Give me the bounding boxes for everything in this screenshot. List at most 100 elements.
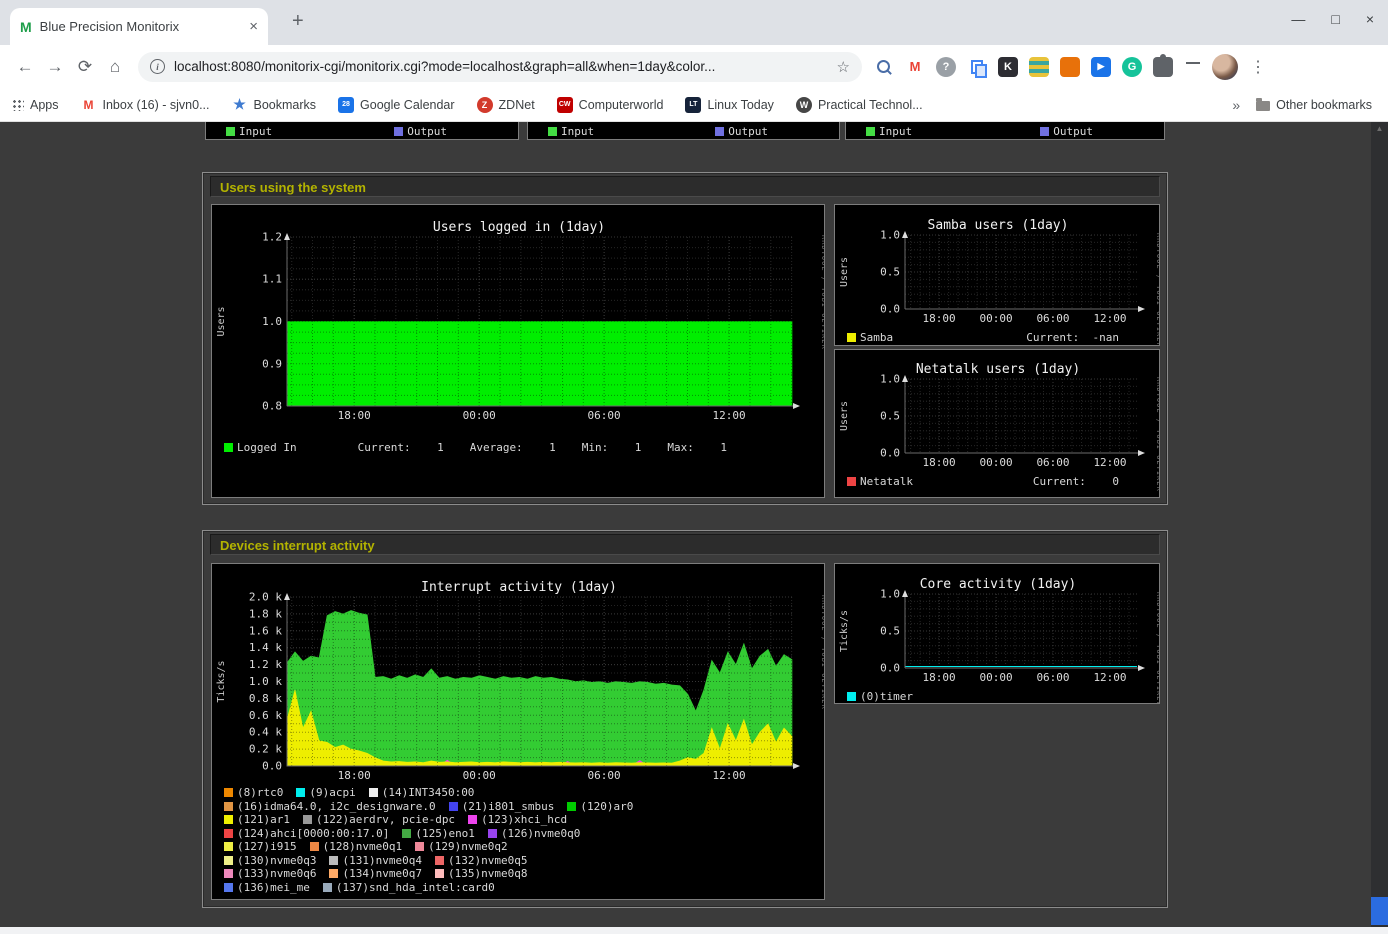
copy-extension-icon[interactable] xyxy=(967,57,987,77)
browser-menu-icon[interactable]: ⋮ xyxy=(1250,57,1266,77)
svg-text:1.0: 1.0 xyxy=(880,229,900,242)
profile-avatar[interactable] xyxy=(1212,54,1238,80)
minimize-icon[interactable]: — xyxy=(1291,11,1305,27)
users-legend: Logged InCurrent: 1Average: 1Min: 1Max: … xyxy=(224,441,818,455)
legend-item: (133)nvme0q6 xyxy=(224,867,316,880)
extensions-puzzle-icon[interactable] xyxy=(1153,57,1173,77)
svg-text:0.8: 0.8 xyxy=(262,400,282,413)
legend-swatch-icon xyxy=(224,829,233,838)
svg-text:12:00: 12:00 xyxy=(1093,312,1126,325)
legend-item: (128)nvme0q1 xyxy=(310,840,402,853)
other-bookmarks[interactable]: Other bookmarks xyxy=(1256,98,1372,112)
svg-text:1.0: 1.0 xyxy=(880,588,900,601)
grammarly-extension-icon[interactable]: G xyxy=(1122,57,1142,77)
browser-tab[interactable]: M Blue Precision Monitorix × xyxy=(10,8,268,45)
input-swatch-icon xyxy=(866,127,875,136)
legend-swatch-icon xyxy=(567,802,576,811)
svg-text:06:00: 06:00 xyxy=(1036,312,1069,325)
bookmark-practical-tech[interactable]: W Practical Technol... xyxy=(796,97,923,113)
svg-text:12:00: 12:00 xyxy=(713,409,746,422)
legend-swatch-icon xyxy=(224,883,233,892)
scroll-up-icon[interactable]: ▲ xyxy=(1371,124,1388,133)
keyword-extension-icon[interactable]: K xyxy=(998,57,1018,77)
legend-item: (125)eno1 xyxy=(402,827,475,840)
svg-text:Users: Users xyxy=(216,306,227,336)
scrollbar[interactable]: ▲ xyxy=(1371,122,1388,934)
graph-users-logged-in[interactable]: Users logged in (1day)1.21.11.00.90.818:… xyxy=(211,204,825,498)
svg-text:18:00: 18:00 xyxy=(338,409,371,422)
svg-text:0.9: 0.9 xyxy=(262,357,282,370)
gmail-icon: M xyxy=(81,97,97,113)
samba-legend: SambaCurrent: -nan xyxy=(847,331,1153,345)
bookmark-google-calendar[interactable]: 28 Google Calendar xyxy=(338,97,455,113)
search-extension-icon[interactable] xyxy=(874,57,894,77)
bookmark-inbox[interactable]: M Inbox (16) - sjvn0... xyxy=(81,97,210,113)
legend-item: (122)aerdrv, pcie-dpc xyxy=(303,813,455,826)
svg-text:Interrupt activity (1day): Interrupt activity (1day) xyxy=(421,580,617,595)
svg-text:Netatalk users (1day): Netatalk users (1day) xyxy=(916,362,1080,377)
legend-swatch-icon xyxy=(329,856,338,865)
bookmarks-overflow-icon[interactable]: » xyxy=(1232,97,1240,113)
svg-text:Users: Users xyxy=(839,257,850,287)
tab-close-icon[interactable]: × xyxy=(249,18,258,35)
input-label: Input xyxy=(239,125,272,138)
linux-today-icon: LT xyxy=(685,97,701,113)
close-icon[interactable]: × xyxy=(1366,11,1374,27)
legend-item: (136)mei_me xyxy=(224,881,310,894)
browser-toolbar: ← → ⟳ ⌂ i localhost:8080/monitorix-cgi/m… xyxy=(0,45,1388,88)
legend-stat: Current: 1 xyxy=(358,441,444,454)
apps-shortcut[interactable]: Apps xyxy=(12,98,59,112)
graph-interrupt-activity[interactable]: Interrupt activity (1day)2.0 k1.8 k1.6 k… xyxy=(211,563,825,900)
netatalk-legend: NetatalkCurrent: 0 xyxy=(847,475,1153,489)
legend-item: (127)i915 xyxy=(224,840,297,853)
new-tab-button[interactable]: + xyxy=(292,10,304,33)
page-info-icon[interactable]: i xyxy=(150,59,165,74)
filter-lines-icon[interactable] xyxy=(1184,57,1202,77)
database-extension-icon[interactable] xyxy=(1029,57,1049,77)
url-text[interactable]: localhost:8080/monitorix-cgi/monitorix.c… xyxy=(174,59,837,74)
legend-item: (9)acpi xyxy=(296,786,355,799)
help-extension-icon[interactable]: ? xyxy=(936,57,956,77)
legend-stat: Average: 1 xyxy=(470,441,556,454)
svg-text:Users logged in (1day): Users logged in (1day) xyxy=(433,220,605,235)
bookmark-computerworld[interactable]: CW Computerworld xyxy=(557,97,664,113)
partial-graph-panel[interactable]: Input Output xyxy=(205,122,519,140)
svg-text:00:00: 00:00 xyxy=(463,409,496,422)
svg-text:RRDTOOL / TOBI OETIKER: RRDTOOL / TOBI OETIKER xyxy=(1155,233,1160,346)
home-icon[interactable]: ⌂ xyxy=(100,57,130,77)
partial-graph-panel[interactable]: Input Output xyxy=(527,122,840,140)
legend-item: Logged In xyxy=(224,441,297,454)
legend-item: (21)i801_smbus xyxy=(449,800,555,813)
legend-item: (137)snd_hda_intel:card0 xyxy=(323,881,495,894)
svg-text:00:00: 00:00 xyxy=(463,769,496,782)
svg-text:2.0 k: 2.0 k xyxy=(249,591,282,604)
graph-samba-users[interactable]: Samba users (1day)1.00.50.018:0000:0006:… xyxy=(834,204,1160,346)
maximize-icon[interactable]: □ xyxy=(1331,11,1339,27)
back-icon[interactable]: ← xyxy=(10,57,40,77)
bookmark-zdnet[interactable]: Z ZDNet xyxy=(477,97,535,113)
legend-item: (8)rtc0 xyxy=(224,786,283,799)
legend-item: Samba xyxy=(847,331,893,344)
bookmark-linux-today[interactable]: LT Linux Today xyxy=(685,97,774,113)
bookmark-star-icon[interactable]: ☆ xyxy=(837,58,850,76)
lamp-extension-icon[interactable] xyxy=(1060,57,1080,77)
partial-graph-panel[interactable]: Input Output xyxy=(845,122,1165,140)
graph-netatalk-users[interactable]: Netatalk users (1day)1.00.50.018:0000:00… xyxy=(834,349,1160,498)
graph-core-activity[interactable]: Core activity (1day)1.00.50.018:0000:000… xyxy=(834,563,1160,704)
svg-text:00:00: 00:00 xyxy=(980,456,1013,469)
output-swatch-icon xyxy=(715,127,724,136)
input-swatch-icon xyxy=(226,127,235,136)
svg-text:Core activity (1day): Core activity (1day) xyxy=(920,577,1077,592)
reload-icon[interactable]: ⟳ xyxy=(70,57,100,77)
legend-item: (124)ahci[0000:00:17.0] xyxy=(224,827,389,840)
video-extension-icon[interactable]: ▶ xyxy=(1091,57,1111,77)
gmail-extension-icon[interactable]: M xyxy=(905,57,925,77)
wordpress-icon: W xyxy=(796,97,812,113)
legend-swatch-icon xyxy=(296,788,305,797)
input-label: Input xyxy=(561,125,594,138)
scrollbar-thumb[interactable] xyxy=(1371,897,1388,925)
forward-icon[interactable]: → xyxy=(40,57,70,77)
bookmark-bookmarks[interactable]: ★ Bookmarks xyxy=(232,97,317,113)
address-bar[interactable]: i localhost:8080/monitorix-cgi/monitorix… xyxy=(138,52,862,82)
legend-swatch-icon xyxy=(435,869,444,878)
